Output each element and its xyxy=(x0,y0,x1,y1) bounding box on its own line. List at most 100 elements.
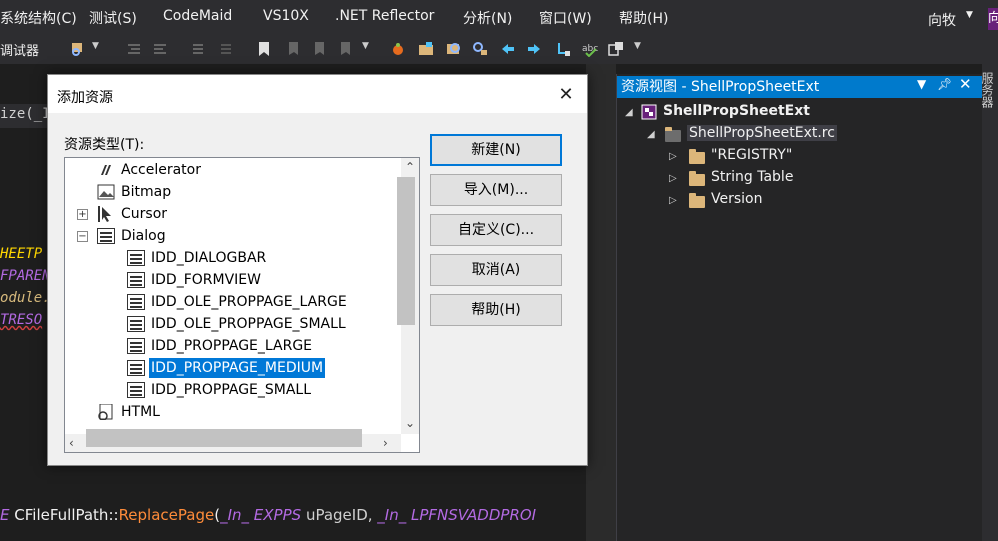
tree-item-dialog-template[interactable]: IDD_OLE_PROPPAGE_SMALL xyxy=(151,314,346,334)
dialog-title: 添加资源 xyxy=(57,90,113,106)
resource-type-label: 资源类型(T): xyxy=(64,137,145,153)
search-icon[interactable] xyxy=(446,41,462,57)
collapse-arrow-icon[interactable]: ◢ xyxy=(625,107,633,118)
code-token: LPFNSVADDPROI xyxy=(411,506,537,524)
tree-root[interactable]: ShellPropSheetExt xyxy=(663,103,810,119)
code-fragment: FPAREN xyxy=(0,268,51,284)
menu-analyze[interactable]: 分析(N) xyxy=(463,8,512,28)
chevron-down-icon[interactable]: ▼ xyxy=(92,41,108,57)
tree-item-dialog-template[interactable]: IDD_OLE_PROPPAGE_LARGE xyxy=(151,292,347,312)
dropdown-icon[interactable]: ▼ xyxy=(917,77,926,91)
comment-icon[interactable] xyxy=(190,41,206,57)
tree-item-bitmap[interactable]: Bitmap xyxy=(121,182,171,202)
tree-item-cursor[interactable]: Cursor xyxy=(121,204,167,224)
menu-net-reflector[interactable]: .NET Reflector xyxy=(335,8,434,24)
expand-arrow-icon[interactable]: ▷ xyxy=(669,195,677,206)
navigate-back-icon[interactable] xyxy=(500,41,516,57)
tree-item-dialog[interactable]: Dialog xyxy=(121,226,166,246)
html-icon xyxy=(98,404,113,420)
navigate-forward-icon[interactable] xyxy=(526,41,542,57)
chevron-down-icon[interactable]: ▼ xyxy=(634,41,650,57)
code-token: EXPPS xyxy=(253,506,302,524)
scroll-left-icon[interactable]: ‹ xyxy=(69,436,74,450)
editor-scrollbar[interactable] xyxy=(586,64,616,541)
dialog-resource-icon xyxy=(127,338,145,354)
open-folder-icon[interactable] xyxy=(418,41,434,57)
menu-codemaid[interactable]: CodeMaid xyxy=(163,8,232,24)
window-layout-icon[interactable] xyxy=(608,41,624,57)
vertical-scroll-thumb[interactable] xyxy=(397,177,415,325)
chevron-down-icon[interactable]: ▼ xyxy=(966,10,973,20)
expand-arrow-icon[interactable]: ▷ xyxy=(669,173,677,184)
next-bookmark-icon[interactable] xyxy=(310,41,326,57)
menu-window[interactable]: 窗口(W) xyxy=(539,8,592,28)
horizontal-scroll-thumb[interactable] xyxy=(86,429,362,447)
find-icon[interactable] xyxy=(70,41,86,57)
close-icon[interactable]: ✕ xyxy=(554,83,578,107)
panel-title-text: 资源视图 - ShellPropSheetExt xyxy=(621,79,820,95)
dialog-resource-icon xyxy=(127,382,145,398)
clear-bookmark-icon[interactable] xyxy=(336,41,352,57)
new-button[interactable]: 新建(N) xyxy=(430,134,562,166)
uncomment-icon[interactable] xyxy=(218,41,234,57)
scroll-up-icon[interactable]: ⌃ xyxy=(405,160,415,174)
cancel-button[interactable]: 取消(A) xyxy=(430,254,562,286)
step-into-icon[interactable] xyxy=(556,41,572,57)
folder-icon xyxy=(689,149,705,164)
tree-item-dialog-template[interactable]: IDD_FORMVIEW xyxy=(151,270,261,290)
side-tab-server-explorer[interactable]: 服务器 xyxy=(980,72,996,108)
expand-icon[interactable]: + xyxy=(77,209,88,220)
tree-item-dialog-template[interactable]: IDD_PROPPAGE_LARGE xyxy=(151,336,312,356)
code-token: _In_ xyxy=(377,506,407,524)
dialog-titlebar: 添加资源 ✕ xyxy=(48,75,587,113)
tree-item-dialog-template-selected[interactable]: IDD_PROPPAGE_MEDIUM xyxy=(149,358,326,378)
menu-architecture[interactable]: 系统结构(C) xyxy=(0,8,77,28)
pin-icon[interactable]: 📌︎ xyxy=(937,77,952,91)
find-symbol-icon[interactable] xyxy=(472,41,488,57)
dialog-resource-icon xyxy=(127,360,145,376)
debugger-label[interactable]: 调试器 xyxy=(0,40,39,59)
close-icon[interactable]: ✕ xyxy=(959,75,972,93)
tree-rc-file[interactable]: ShellPropSheetExt.rc xyxy=(687,125,837,141)
expand-arrow-icon[interactable]: ▷ xyxy=(669,151,677,162)
avatar[interactable]: 向 xyxy=(988,8,998,30)
dialog-resource-icon xyxy=(127,272,145,288)
tree-folder-string-table[interactable]: String Table xyxy=(711,169,793,185)
tree-item-html[interactable]: HTML xyxy=(121,402,160,422)
code-token: E xyxy=(0,506,10,524)
accelerator-icon xyxy=(101,165,111,175)
outdent-icon[interactable] xyxy=(126,41,142,57)
scroll-down-icon[interactable]: ⌄ xyxy=(405,416,415,430)
import-button[interactable]: 导入(M)... xyxy=(430,174,562,206)
tree-item-accelerator[interactable]: Accelerator xyxy=(121,160,201,180)
tree-folder-version[interactable]: Version xyxy=(711,191,762,207)
chevron-down-icon[interactable]: ▼ xyxy=(362,41,378,57)
code-token: uPageID, xyxy=(305,506,373,524)
code-token: _In_ xyxy=(220,506,250,524)
prev-bookmark-icon[interactable] xyxy=(284,41,300,57)
tree-folder-registry[interactable]: "REGISTRY" xyxy=(711,147,792,163)
project-icon xyxy=(641,104,657,120)
dialog-resource-icon xyxy=(97,228,115,244)
user-name[interactable]: 向牧 xyxy=(928,10,956,30)
code-token: ReplacePage xyxy=(118,506,215,524)
menu-help[interactable]: 帮助(H) xyxy=(619,8,668,28)
resource-type-tree[interactable]: Accelerator Bitmap + Cursor − Dialog IDD… xyxy=(64,157,420,453)
menu-vs10x[interactable]: VS10X xyxy=(263,8,309,24)
collapse-arrow-icon[interactable]: ◢ xyxy=(647,129,655,140)
tree-item-dialog-template[interactable]: IDD_PROPPAGE_SMALL xyxy=(151,380,311,400)
cursor-icon xyxy=(98,206,111,222)
dialog-resource-icon xyxy=(127,316,145,332)
scroll-right-icon[interactable]: › xyxy=(383,436,388,450)
bookmark-icon[interactable] xyxy=(256,41,272,57)
collapse-icon[interactable]: − xyxy=(77,231,88,242)
dialog-resource-icon xyxy=(127,250,145,266)
custom-button[interactable]: 自定义(C)... xyxy=(430,214,562,246)
spell-check-icon[interactable]: abc xyxy=(582,41,598,57)
indent-icon[interactable] xyxy=(152,41,168,57)
folder-icon xyxy=(689,171,705,186)
bug-icon[interactable] xyxy=(390,41,406,57)
menu-test[interactable]: 测试(S) xyxy=(89,8,137,28)
help-button[interactable]: 帮助(H) xyxy=(430,294,562,326)
tree-item-dialog-template[interactable]: IDD_DIALOGBAR xyxy=(151,248,266,268)
